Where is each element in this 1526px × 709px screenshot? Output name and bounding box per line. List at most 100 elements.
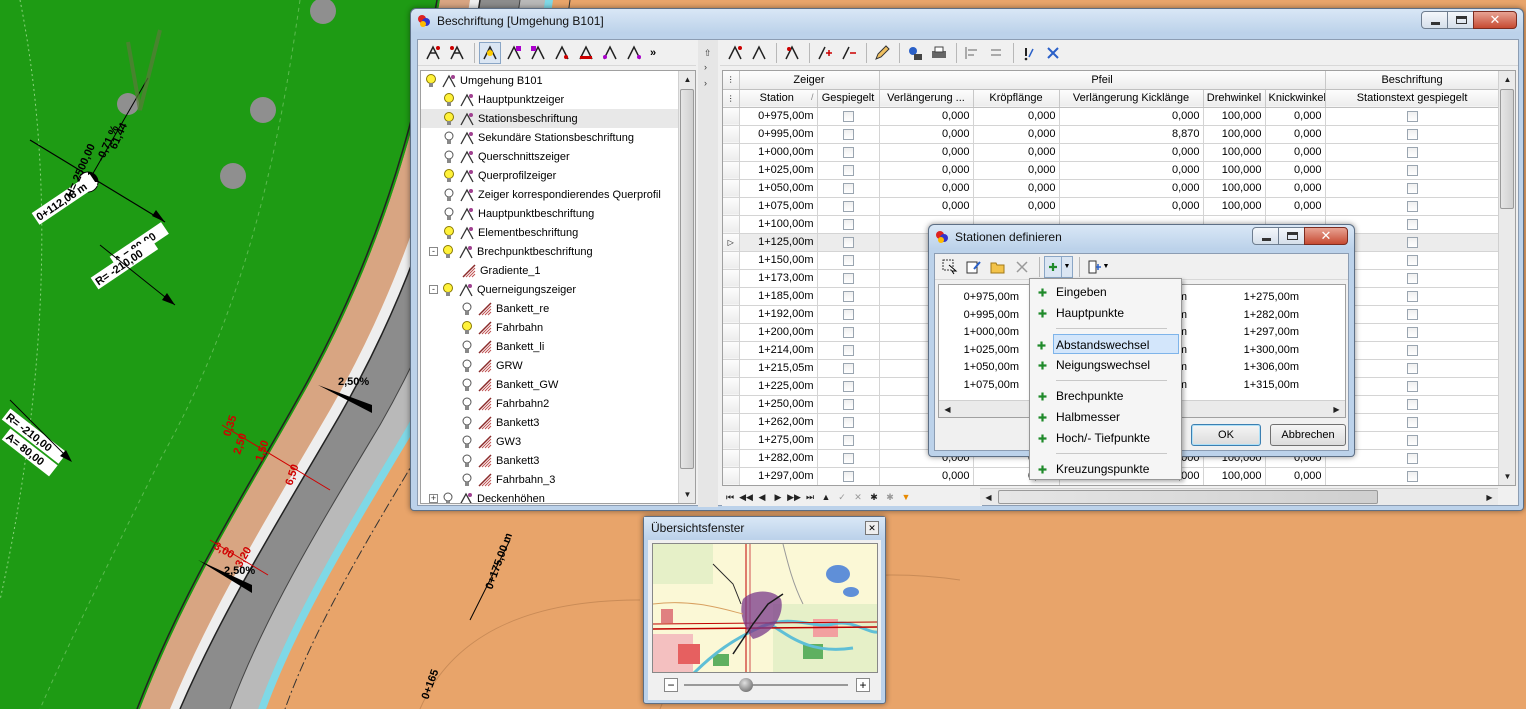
tree-item[interactable]: Fahrbahn_3 [421,470,679,489]
overview-titlebar[interactable]: Übersichtsfenster ✕ [644,517,885,539]
list-item[interactable]: 1+075,00m [939,379,1019,391]
checkbox[interactable] [1406,434,1418,446]
row-selector[interactable] [723,197,740,216]
mirrored-checkbox-cell[interactable] [817,305,880,324]
menu-item[interactable]: Halbmesser [1032,407,1179,427]
mirrored-checkbox-cell[interactable] [817,179,880,198]
current-row-indicator-icon[interactable]: ▷ [723,233,740,252]
column-header[interactable]: Verlängerung Kicklänge [1059,89,1204,108]
tool-d-button[interactable] [503,42,525,64]
checkbox[interactable] [1406,164,1418,176]
visibility-on-icon[interactable] [443,225,455,240]
rotation-cell[interactable]: 100,000 [1203,467,1266,485]
tree-item[interactable]: Bankett_GW [421,375,679,394]
station-cell[interactable]: 1+100,00m [739,215,818,234]
tree-item[interactable]: GRW [421,356,679,375]
row-selector[interactable] [723,161,740,180]
scroll-right-arrow-icon[interactable]: ▶ [1328,401,1345,417]
station-cell[interactable]: 0+995,00m [739,125,818,144]
checkbox[interactable] [842,164,854,176]
zoom-slider-thumb[interactable] [739,678,754,692]
visibility-on-icon[interactable] [442,282,454,297]
list-item[interactable]: 1+282,00m [1219,309,1299,321]
scroll-up-arrow-icon[interactable]: ▲ [1499,71,1515,88]
station-text-mirrored-cell[interactable] [1325,467,1500,485]
knick-angle-cell[interactable]: 0,000 [1265,179,1326,198]
checkbox[interactable] [842,326,854,338]
visibility-on-icon[interactable] [443,168,455,183]
visibility-off-icon[interactable] [461,473,473,487]
checkbox[interactable] [842,254,854,266]
edit-button[interactable] [871,42,893,64]
tree-item[interactable]: GW3 [421,432,679,451]
kick-extension-cell[interactable]: 0,000 [1059,161,1204,180]
grid-scroll-thumb[interactable] [1500,89,1514,209]
visibility-off-icon[interactable] [443,188,455,202]
expand-icon[interactable]: + [429,494,438,503]
grid-tool-b-button[interactable] [748,42,770,64]
extension-cell[interactable]: 0,000 [879,107,974,126]
row-selector[interactable] [723,341,740,360]
menu-item[interactable]: Brechpunkte [1032,386,1179,406]
scroll-left-arrow-icon[interactable]: ◀ [980,489,997,506]
mirrored-checkbox-cell[interactable] [817,449,880,468]
checkbox[interactable] [842,236,854,248]
group-header-zeiger[interactable]: Zeiger [739,71,880,90]
visibility-off-icon[interactable] [442,492,454,503]
collapse-icon[interactable]: - [429,285,438,294]
mirrored-checkbox-cell[interactable] [817,233,880,252]
station-cell[interactable]: 1+192,00m [739,305,818,324]
tool-e-button[interactable] [527,42,549,64]
dialog-close-button[interactable]: ✕ [1304,227,1348,245]
grid-hscroll-thumb[interactable] [998,490,1378,504]
checkbox[interactable] [1406,308,1418,320]
kroepflaenge-cell[interactable]: 0,000 [973,143,1060,162]
mirrored-checkbox-cell[interactable] [817,161,880,180]
column-header[interactable]: Knickwinkel [1265,89,1326,108]
station-cell[interactable]: 1+025,00m [739,161,818,180]
row-selector[interactable] [723,143,740,162]
menu-item[interactable]: Hoch/- Tiefpunkte [1032,428,1179,448]
checkbox[interactable] [842,470,854,482]
station-cell[interactable]: 1+150,00m [739,251,818,270]
tool-pointer-b-button[interactable] [446,42,468,64]
checkbox[interactable] [1406,344,1418,356]
list-item[interactable]: 1+300,00m [1219,344,1299,356]
nav-first-icon[interactable]: ⏮ [722,489,738,505]
close-button[interactable]: ✕ [1473,11,1517,29]
rotation-cell[interactable]: 100,000 [1203,125,1266,144]
visibility-on-icon[interactable] [443,111,455,126]
checkbox[interactable] [1406,416,1418,428]
table-row[interactable]: 0+975,00m 0,000 0,000 0,000 100,000 0,000 [723,107,1500,126]
station-cell[interactable]: 1+225,00m [739,377,818,396]
row-selector[interactable] [723,467,740,485]
table-row[interactable]: 0+995,00m 0,000 0,000 8,870 100,000 0,000 [723,125,1500,144]
checkbox[interactable] [1406,380,1418,392]
extension-cell[interactable]: 0,000 [879,161,974,180]
station-text-mirrored-cell[interactable] [1325,125,1500,144]
delete-link-button[interactable] [1042,42,1064,64]
visibility-off-icon[interactable] [461,435,473,449]
station-text-mirrored-cell[interactable] [1325,197,1500,216]
tree-item[interactable]: Sekundäre Stationsbeschriftung [421,128,679,147]
tool-i-button[interactable] [623,42,645,64]
visibility-off-icon[interactable] [461,378,473,392]
list-item[interactable]: 1+275,00m [1219,291,1299,303]
settings-button[interactable]: ▼ [1084,256,1112,278]
knick-angle-cell[interactable]: 0,000 [1265,467,1326,485]
checkbox[interactable] [842,452,854,464]
mirrored-checkbox-cell[interactable] [817,395,880,414]
zoom-slider-track[interactable] [684,684,848,686]
menu-item[interactable]: Hauptpunkte [1032,303,1179,323]
checkbox[interactable] [842,272,854,284]
station-cell[interactable]: 1+297,00m [739,467,818,485]
tool-pointer-a-button[interactable] [422,42,444,64]
nav-prev-page-icon[interactable]: ◀◀ [738,489,754,505]
align-left-button[interactable] [961,42,983,64]
checkbox[interactable] [1406,110,1418,122]
scroll-right-arrow-icon[interactable]: ▶ [1481,489,1498,506]
toolbar-overflow-button[interactable]: » [647,42,659,64]
scroll-up-arrow-icon[interactable]: ▲ [679,71,695,88]
tree-item[interactable]: Fahrbahn [421,318,679,337]
row-selector[interactable] [723,215,740,234]
